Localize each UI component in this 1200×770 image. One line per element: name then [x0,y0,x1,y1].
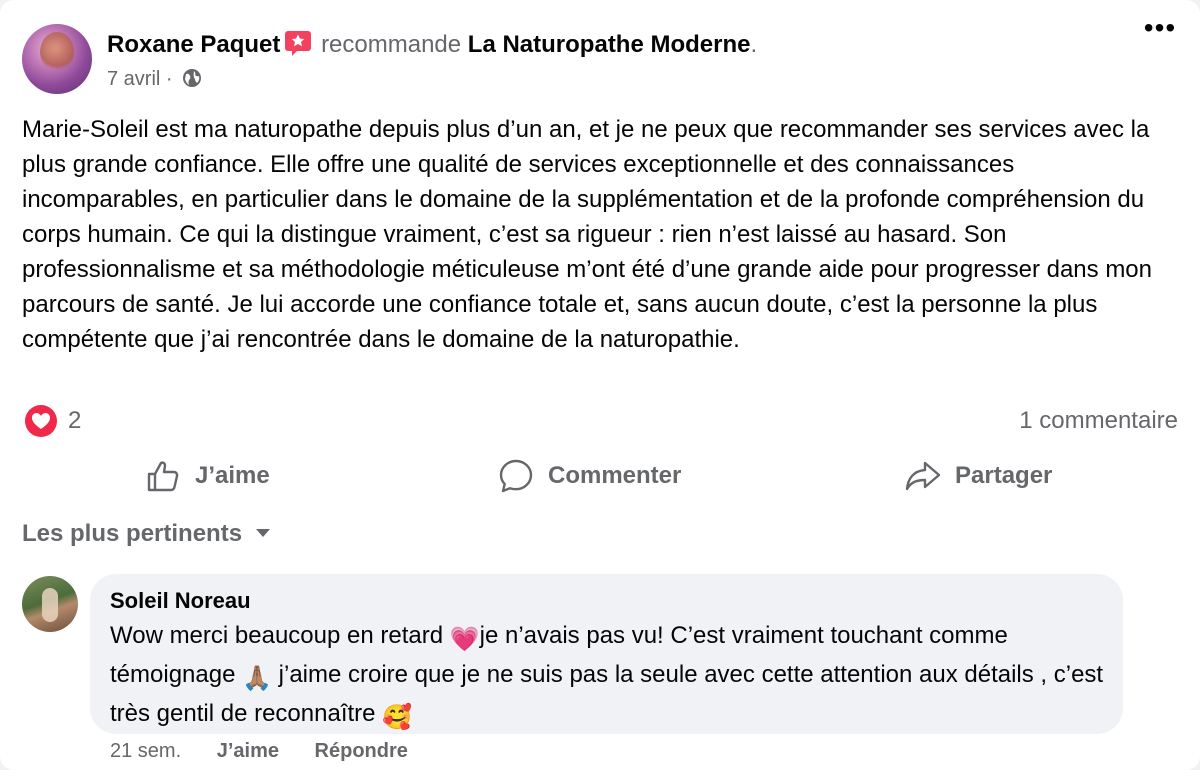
comment-like-button[interactable]: J’aime [217,740,279,763]
comment-button[interactable]: Commenter [498,456,681,496]
comment-label: Commenter [548,462,682,489]
smiling-hearts-emoji: 🥰 [382,704,413,731]
author-avatar[interactable] [22,24,92,94]
share-label: Partager [955,462,1053,489]
post-meta: 7 avril · [107,66,202,92]
post-text: Marie-Soleil est ma naturopathe depuis p… [22,116,1153,353]
reactions-bar: 2 1 commentaire [22,402,1178,440]
author-line: Roxane Paquet recommande La Naturopathe … [107,30,757,60]
caret-down-icon [256,529,271,537]
like-button[interactable]: J’aime [145,456,270,496]
comment-bubble: Soleil Noreau Wow merci beaucoup en reta… [90,574,1123,734]
pink-heart-emoji: 💗 [449,626,480,653]
share-button[interactable]: Partager [905,456,1052,496]
comment-text: Wow merci beaucoup en retard 💗je n’avais… [110,618,1110,735]
author-name[interactable]: Roxane Paquet [107,31,280,58]
comment-sort-dropdown[interactable]: Les plus pertinents [22,520,271,548]
comment-reply-button[interactable]: Répondre [315,740,408,763]
recommends-text: recommande [321,31,462,58]
commenter-avatar[interactable] [22,576,78,632]
page-name[interactable]: La Naturopathe Moderne [468,31,751,58]
comment-time[interactable]: 21 sem. [110,740,181,763]
recommend-badge-icon [285,31,312,56]
globe-icon[interactable] [182,68,202,88]
love-reaction-icon[interactable] [24,404,58,438]
post-card: Roxane Paquet recommande La Naturopathe … [0,0,1200,770]
comment-count[interactable]: 1 commentaire [1019,407,1178,435]
share-arrow-icon [905,461,941,491]
folded-hands-emoji: 🙏🏽 [242,665,272,692]
meta-separator: · [165,68,173,90]
comment-actions: 21 sem. J’aime Répondre [110,740,408,763]
title-period: . [750,31,758,58]
like-label: J’aime [195,462,270,489]
post-date[interactable]: 7 avril [107,68,160,90]
like-thumb-icon [147,461,179,492]
comment-text-part: Wow merci beaucoup en retard [110,622,450,649]
commenter-name[interactable]: Soleil Noreau [110,588,251,614]
post-header: Roxane Paquet recommande La Naturopathe … [22,24,1180,94]
action-bar: J’aime Commenter Partager [0,448,1200,504]
more-options-icon[interactable]: ••• [1140,14,1180,46]
sort-label: Les plus pertinents [22,520,243,547]
comment-bubble-icon [499,459,533,493]
reaction-count[interactable]: 2 [68,407,81,435]
